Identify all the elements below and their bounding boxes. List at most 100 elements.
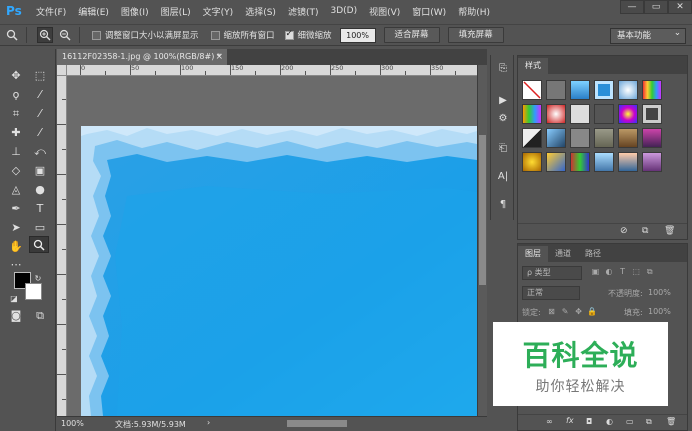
link-layers-icon[interactable]: ∞ <box>546 417 553 426</box>
style-swatch[interactable] <box>642 152 662 172</box>
default-colors-icon[interactable]: ◪ <box>8 290 20 307</box>
smart-object-filter-icon[interactable]: ⧉ <box>644 267 655 277</box>
layer-style-icon[interactable]: fx <box>566 416 574 425</box>
lasso-tool-icon[interactable]: ϙ <box>6 86 26 103</box>
history-brush-tool-icon[interactable]: ⤺ <box>30 143 50 160</box>
paragraph-panel-icon[interactable]: ¶ <box>495 197 511 213</box>
eraser-tool-icon[interactable]: ◇ <box>6 162 26 179</box>
style-swatch-none[interactable] <box>522 80 542 100</box>
lock-pixels-icon[interactable]: ✎ <box>560 307 571 316</box>
shape-filter-icon[interactable]: ⬚ <box>631 267 642 276</box>
dodge-tool-icon[interactable]: ● <box>30 181 50 198</box>
style-swatch[interactable] <box>594 128 614 148</box>
menu-3d[interactable]: 3D(D) <box>330 6 357 16</box>
zoom-in-icon[interactable] <box>37 27 53 43</box>
swap-colors-icon[interactable]: ↻ <box>32 270 44 287</box>
fill-value[interactable]: 100% <box>648 307 671 316</box>
style-swatch[interactable] <box>546 128 566 148</box>
zoom-out-icon[interactable] <box>57 27 73 43</box>
more-tools-icon[interactable]: ⋯ <box>6 256 26 273</box>
canvas-area[interactable] <box>67 76 477 416</box>
marquee-tool-icon[interactable]: ⬚ <box>30 67 50 84</box>
move-tool-icon[interactable]: ✥ <box>6 67 26 84</box>
document-size[interactable]: 文档:5.93M/5.93M <box>115 419 186 430</box>
fill-screen-button[interactable]: 填充屏幕 <box>447 27 504 43</box>
style-swatch[interactable] <box>546 152 566 172</box>
style-swatch[interactable] <box>594 152 614 172</box>
history-panel-icon[interactable]: ⎘ <box>495 61 511 77</box>
rectangle-tool-icon[interactable]: ▭ <box>30 219 50 236</box>
horizontal-ruler[interactable]: 0 50 100 150 200 250 300 350 <box>67 64 477 76</box>
tab-styles[interactable]: 样式 <box>518 58 548 74</box>
type-filter-icon[interactable]: T <box>617 267 628 276</box>
delete-style-icon[interactable]: 🗑 <box>664 226 675 236</box>
menu-select[interactable]: 选择(S) <box>245 5 276 18</box>
style-swatch[interactable] <box>642 104 662 124</box>
new-layer-icon[interactable]: ⧉ <box>646 417 652 427</box>
style-swatch[interactable] <box>546 80 566 100</box>
new-style-icon[interactable]: ⧉ <box>642 226 648 236</box>
status-menu-arrow-icon[interactable]: › <box>207 418 210 427</box>
healing-brush-tool-icon[interactable]: ✚ <box>6 124 26 141</box>
brush-tool-icon[interactable]: ⁄ <box>30 124 50 141</box>
quick-mask-icon[interactable]: ◙ <box>6 307 26 324</box>
opacity-value[interactable]: 100% <box>648 288 671 297</box>
zoom-all-windows-checkbox[interactable] <box>210 30 220 40</box>
menu-view[interactable]: 视图(V) <box>369 5 400 18</box>
layer-filter-select[interactable]: ρ 类型 <box>522 266 582 280</box>
vertical-scrollbar[interactable] <box>477 65 487 416</box>
style-swatch[interactable] <box>594 80 614 100</box>
style-swatch[interactable] <box>570 128 590 148</box>
menu-edit[interactable]: 编辑(E) <box>78 5 109 18</box>
ruler-origin[interactable] <box>57 65 67 76</box>
style-swatch[interactable] <box>618 152 638 172</box>
zoom-tool-preset-icon[interactable] <box>4 27 20 43</box>
menu-help[interactable]: 帮助(H) <box>458 5 490 18</box>
zoom-level[interactable]: 100% <box>61 419 84 428</box>
clone-source-panel-icon[interactable]: ⎗ <box>495 141 511 157</box>
close-button[interactable]: ✕ <box>668 0 692 14</box>
character-panel-icon[interactable]: A| <box>495 169 511 185</box>
adjustment-filter-icon[interactable]: ◐ <box>604 267 615 276</box>
type-tool-icon[interactable]: T <box>30 200 50 217</box>
vertical-scroll-thumb[interactable] <box>479 135 486 285</box>
magic-wand-tool-icon[interactable]: ⁄ <box>30 86 50 103</box>
menu-window[interactable]: 窗口(W) <box>412 5 446 18</box>
gradient-tool-icon[interactable]: ▣ <box>30 162 50 179</box>
clear-style-icon[interactable]: ⊘ <box>620 226 628 236</box>
add-mask-icon[interactable]: ◘ <box>586 417 592 426</box>
fit-screen-button[interactable]: 适合屏幕 <box>383 27 440 43</box>
image-filter-icon[interactable]: ▣ <box>590 267 601 276</box>
style-swatch[interactable] <box>522 128 542 148</box>
restore-button[interactable]: ▭ <box>644 0 668 14</box>
path-selection-tool-icon[interactable]: ➤ <box>6 219 26 236</box>
lock-all-icon[interactable]: 🔒 <box>587 307 598 316</box>
properties-panel-icon[interactable]: ⚙ <box>495 111 511 127</box>
new-group-icon[interactable]: ▭ <box>626 417 634 426</box>
menu-layer[interactable]: 图层(L) <box>161 5 191 18</box>
tab-channels[interactable]: 通道 <box>548 246 578 262</box>
actions-panel-icon[interactable]: ▶ <box>495 93 511 109</box>
pen-tool-icon[interactable]: ✒ <box>6 200 26 217</box>
style-swatch[interactable] <box>618 104 638 124</box>
delete-layer-icon[interactable]: 🗑 <box>666 417 676 426</box>
style-swatch[interactable] <box>570 104 590 124</box>
style-swatch[interactable] <box>618 128 638 148</box>
document-tab[interactable]: 16112F02358-1.jpg @ 100%(RGB/8#) * × <box>57 49 227 65</box>
menu-image[interactable]: 图像(I) <box>121 5 149 18</box>
screen-mode-icon[interactable]: ⧉ <box>30 307 50 324</box>
lock-position-icon[interactable]: ✥ <box>573 307 584 316</box>
style-swatch[interactable] <box>642 128 662 148</box>
zoom-tool-icon[interactable] <box>29 236 49 253</box>
menu-filter[interactable]: 滤镜(T) <box>288 5 319 18</box>
style-swatch[interactable] <box>546 104 566 124</box>
lock-transparency-icon[interactable]: ⊠ <box>546 307 557 316</box>
crop-tool-icon[interactable]: ⌗ <box>6 105 26 122</box>
style-swatch[interactable] <box>594 104 614 124</box>
tab-paths[interactable]: 路径 <box>578 246 608 262</box>
hand-tool-icon[interactable]: ✋ <box>6 238 26 255</box>
style-swatch[interactable] <box>522 152 542 172</box>
tab-layers[interactable]: 图层 <box>518 246 548 262</box>
blend-mode-select[interactable]: 正常 <box>522 286 580 300</box>
resize-windows-checkbox[interactable] <box>92 30 101 40</box>
